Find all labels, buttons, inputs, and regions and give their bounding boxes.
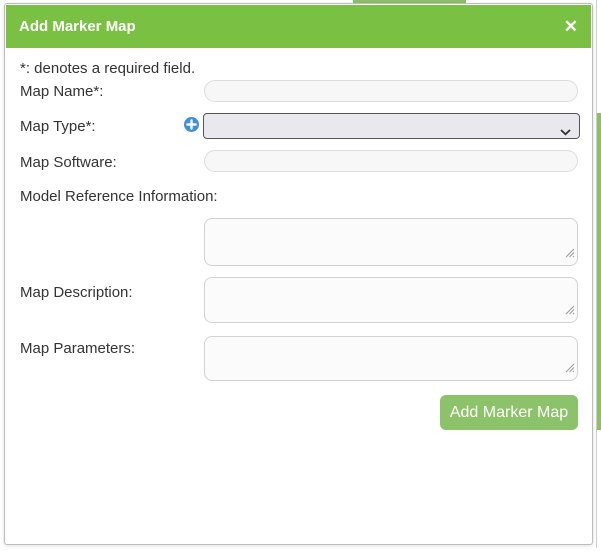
model-reference-wrap [204,218,578,266]
background-page-element-right [597,113,601,430]
resize-handle-icon[interactable] [565,360,575,378]
map-software-input[interactable] [204,150,578,172]
close-icon[interactable]: ✕ [564,18,578,35]
map-name-label: Map Name*: [20,83,103,100]
add-marker-map-button[interactable]: Add Marker Map [440,395,578,430]
resize-handle-icon[interactable] [565,245,575,263]
model-reference-label: Model Reference Information: [20,188,218,205]
map-parameters-wrap [204,336,578,381]
add-marker-map-dialog: Add Marker Map ✕ *: denotes a required f… [4,3,593,545]
map-type-label: Map Type*: [20,118,96,135]
map-parameters-label: Map Parameters: [20,340,135,357]
model-reference-textarea[interactable] [204,218,578,266]
map-software-label: Map Software: [20,154,117,171]
map-type-select[interactable] [203,113,580,139]
resize-handle-icon[interactable] [565,302,575,320]
map-name-input[interactable] [204,80,578,102]
map-description-textarea[interactable] [204,277,578,323]
plus-circle-icon[interactable] [184,117,199,132]
required-field-note: *: denotes a required field. [20,60,195,77]
map-type-select-wrap [203,113,580,139]
map-parameters-textarea[interactable] [204,336,578,381]
dialog-title: Add Marker Map [19,18,564,35]
map-description-label: Map Description: [20,284,133,301]
dialog-header: Add Marker Map ✕ [6,5,591,48]
map-description-wrap [204,277,578,323]
